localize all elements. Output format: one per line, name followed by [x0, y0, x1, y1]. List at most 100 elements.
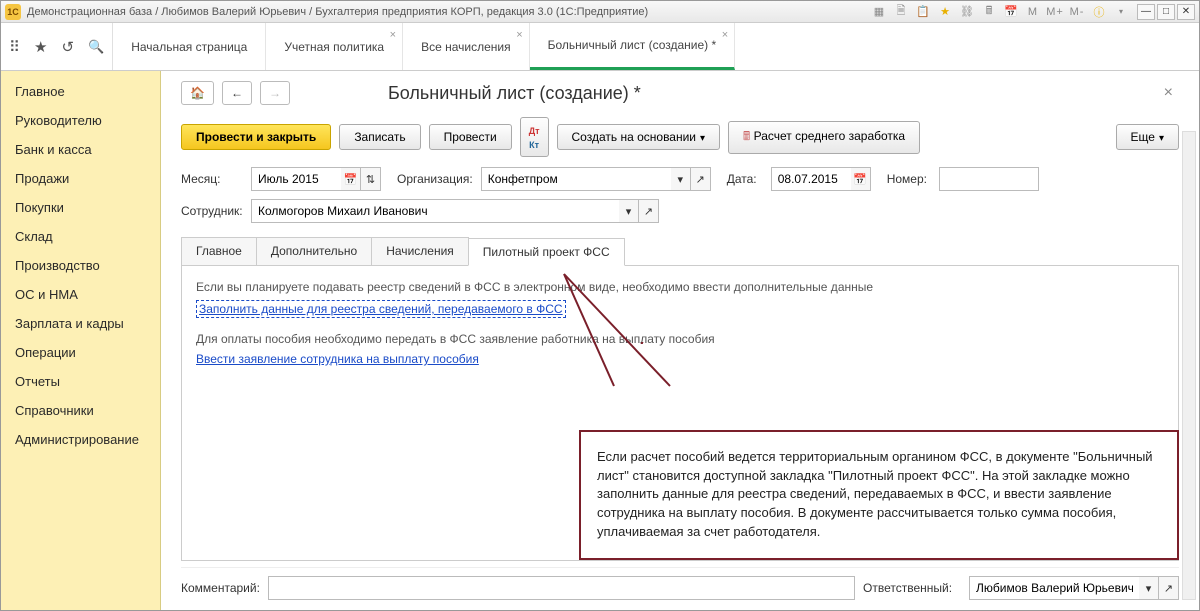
subtab-additional[interactable]: Дополнительно [256, 237, 372, 265]
grid-icon[interactable]: ▦ [871, 4, 887, 20]
subtab-fss-pilot[interactable]: Пилотный проект ФСС [468, 238, 625, 266]
employee-dropdown-icon[interactable]: ▾ [619, 199, 639, 223]
date-input-group: 📅 [771, 167, 871, 191]
responsible-open-icon[interactable]: ↗ [1159, 576, 1179, 600]
calendar-icon[interactable]: 📅 [1003, 4, 1019, 20]
sidebar-item-warehouse[interactable]: Склад [15, 222, 160, 251]
tab-home[interactable]: Начальная страница [113, 23, 266, 70]
tab-label: Все начисления [421, 40, 511, 54]
back-button[interactable]: ← [222, 81, 252, 105]
org-label: Организация: [397, 172, 473, 186]
date-picker-icon[interactable]: 📅 [851, 167, 871, 191]
btn-label: Расчет среднего заработка [754, 129, 906, 143]
employee-open-icon[interactable]: ↗ [639, 199, 659, 223]
page-title: Больничный лист (создание) * [388, 83, 641, 104]
vertical-scrollbar[interactable] [1182, 131, 1196, 600]
tab-label: Больничный лист (создание) * [548, 38, 717, 52]
apps-icon[interactable]: ⠿ [9, 38, 20, 56]
clipboard-icon[interactable]: 📋 [915, 4, 931, 20]
responsible-dropdown-icon[interactable]: ▾ [1139, 576, 1159, 600]
history-icon[interactable]: ↺ [61, 38, 74, 56]
info-text-1: Если вы планируете подавать реестр сведе… [196, 280, 1164, 294]
app-window: 1C Демонстрационная база / Любимов Валер… [0, 0, 1200, 611]
forward-button[interactable]: → [260, 81, 290, 105]
close-icon[interactable]: × [722, 29, 728, 41]
date-input[interactable] [771, 167, 851, 191]
window-controls: — □ ✕ [1137, 4, 1195, 20]
chevron-down-icon: ▾ [1159, 133, 1164, 144]
toolbar-left: ⠿ ★ ↺ 🔍 [1, 23, 113, 70]
org-input-group: ▾ ↗ [481, 167, 711, 191]
sidebar-item-sales[interactable]: Продажи [15, 164, 160, 193]
month-stepper-icon[interactable]: ⇅ [361, 167, 381, 191]
responsible-input[interactable] [969, 576, 1139, 600]
maximize-button[interactable]: □ [1157, 4, 1175, 20]
responsible-label: Ответственный: [863, 581, 961, 595]
tab-label: Начальная страница [131, 40, 247, 54]
submit-close-button[interactable]: Провести и закрыть [181, 124, 331, 150]
memory-m[interactable]: M [1025, 4, 1041, 20]
org-open-icon[interactable]: ↗ [691, 167, 711, 191]
sidebar-item-admin[interactable]: Администрирование [15, 425, 160, 454]
sub-tabs: Главное Дополнительно Начисления Пилотны… [181, 237, 1179, 266]
tab-label: Учетная политика [284, 40, 384, 54]
sidebar-item-main[interactable]: Главное [15, 77, 160, 106]
main-area: 🏠 ← → Больничный лист (создание) * × Про… [161, 71, 1199, 610]
number-label: Номер: [887, 172, 931, 186]
comment-label: Комментарий: [181, 581, 260, 595]
window-title: Демонстрационная база / Любимов Валерий … [27, 6, 871, 18]
doc-icon[interactable]: 🗎 [893, 4, 909, 20]
search-icon[interactable]: 🔍 [88, 39, 104, 55]
memory-m-minus[interactable]: M- [1069, 4, 1085, 20]
tab-accruals[interactable]: Все начисления × [403, 23, 530, 70]
page-header: 🏠 ← → Больничный лист (создание) * × [181, 81, 1179, 105]
info-dropdown-icon[interactable]: ▾ [1113, 4, 1129, 20]
sidebar-item-refs[interactable]: Справочники [15, 396, 160, 425]
sidebar-item-reports[interactable]: Отчеты [15, 367, 160, 396]
subtab-main[interactable]: Главное [181, 237, 257, 265]
org-input[interactable] [481, 167, 671, 191]
create-based-button[interactable]: Создать на основании▾ [557, 124, 721, 150]
sidebar-item-operations[interactable]: Операции [15, 338, 160, 367]
main-toolbar: ⠿ ★ ↺ 🔍 Начальная страница Учетная полит… [1, 23, 1199, 71]
top-tabs: Начальная страница Учетная политика × Все… [113, 23, 1199, 70]
month-input[interactable] [251, 167, 341, 191]
fill-registry-link[interactable]: Заполнить данные для реестра сведений, п… [196, 300, 566, 318]
create-application-link[interactable]: Ввести заявление сотрудника на выплату п… [196, 352, 479, 366]
close-icon[interactable]: × [516, 29, 522, 41]
date-label: Дата: [727, 172, 763, 186]
write-button[interactable]: Записать [339, 124, 420, 150]
number-input[interactable] [939, 167, 1039, 191]
sidebar-item-production[interactable]: Производство [15, 251, 160, 280]
month-picker-icon[interactable]: 📅 [341, 167, 361, 191]
star-icon[interactable]: ★ [937, 4, 953, 20]
org-dropdown-icon[interactable]: ▾ [671, 167, 691, 191]
sidebar-item-assets[interactable]: ОС и НМА [15, 280, 160, 309]
sidebar-item-purchases[interactable]: Покупки [15, 193, 160, 222]
sidebar: Главное Руководителю Банк и касса Продаж… [1, 71, 161, 610]
info-icon[interactable]: ⓘ [1091, 4, 1107, 20]
tab-policy[interactable]: Учетная политика × [266, 23, 403, 70]
memory-m-plus[interactable]: M+ [1047, 4, 1063, 20]
home-button[interactable]: 🏠 [181, 81, 214, 105]
calc-icon[interactable]: 🖩 [981, 4, 997, 20]
subtab-accruals[interactable]: Начисления [371, 237, 469, 265]
sidebar-item-bank[interactable]: Банк и касса [15, 135, 160, 164]
favorites-icon[interactable]: ★ [34, 38, 47, 56]
submit-button[interactable]: Провести [429, 124, 512, 150]
sidebar-item-salary[interactable]: Зарплата и кадры [15, 309, 160, 338]
calc-avg-button[interactable]: 🖩 Расчет среднего заработка [728, 121, 920, 154]
close-window-button[interactable]: ✕ [1177, 4, 1195, 20]
page-close-button[interactable]: × [1158, 82, 1179, 104]
tab-sick-leave[interactable]: Больничный лист (создание) * × [530, 23, 736, 70]
minimize-button[interactable]: — [1137, 4, 1155, 20]
close-icon[interactable]: × [390, 29, 396, 41]
employee-input[interactable] [251, 199, 619, 223]
titlebar-tools: ▦ 🗎 📋 ★ ⛓ 🖩 📅 M M+ M- ⓘ ▾ [871, 4, 1129, 20]
link-icon[interactable]: ⛓ [959, 4, 975, 20]
more-button[interactable]: Еще ▾ [1116, 124, 1179, 150]
btn-label: Еще [1131, 130, 1155, 144]
sidebar-item-manager[interactable]: Руководителю [15, 106, 160, 135]
dtkt-button[interactable]: ДтКт [520, 117, 549, 157]
comment-input[interactable] [268, 576, 855, 600]
